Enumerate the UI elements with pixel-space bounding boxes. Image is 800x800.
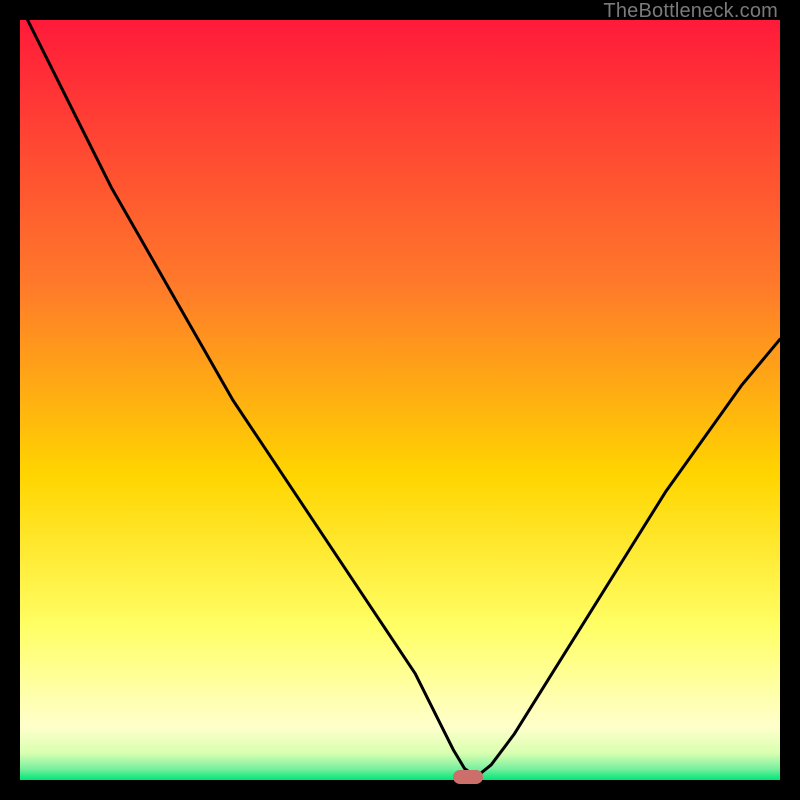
- gradient-background: [20, 20, 780, 780]
- watermark-text: TheBottleneck.com: [603, 0, 778, 23]
- optimal-marker: [453, 770, 483, 784]
- chart-frame: [20, 20, 780, 780]
- bottleneck-chart: [20, 20, 780, 780]
